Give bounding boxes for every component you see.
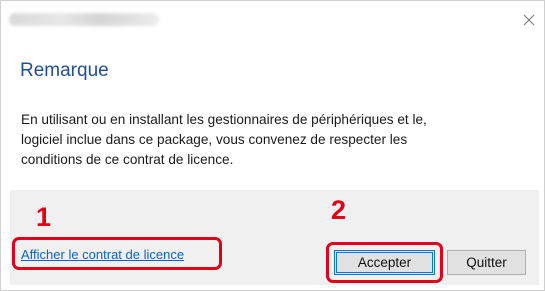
quit-button[interactable]: Quitter: [447, 250, 526, 275]
step-2-highlight: [326, 242, 443, 283]
dialog-heading: Remarque: [20, 60, 109, 81]
step-number-2: 2: [331, 195, 347, 225]
blurred-window-title: [9, 13, 159, 26]
dialog-content: Remarque En utilisant ou en installant l…: [10, 40, 539, 190]
message-line-2: logiciel inclue dans ce package, vous co…: [21, 132, 408, 147]
message-line-1: En utilisant ou en installant les gestio…: [21, 112, 427, 127]
license-message: En utilisant ou en installant les gestio…: [21, 110, 521, 170]
close-button[interactable]: [519, 10, 539, 30]
title-bar[interactable]: [1, 1, 544, 40]
dialog-footer: 1 2 Afficher le contrat de licence Accep…: [10, 190, 539, 285]
license-dialog: Remarque En utilisant ou en installant l…: [0, 0, 545, 291]
step-number-1: 1: [36, 202, 52, 232]
step-1-highlight: [12, 237, 222, 270]
close-icon: [523, 14, 535, 26]
message-line-3: conditions de ce contrat de licence.: [21, 152, 234, 167]
